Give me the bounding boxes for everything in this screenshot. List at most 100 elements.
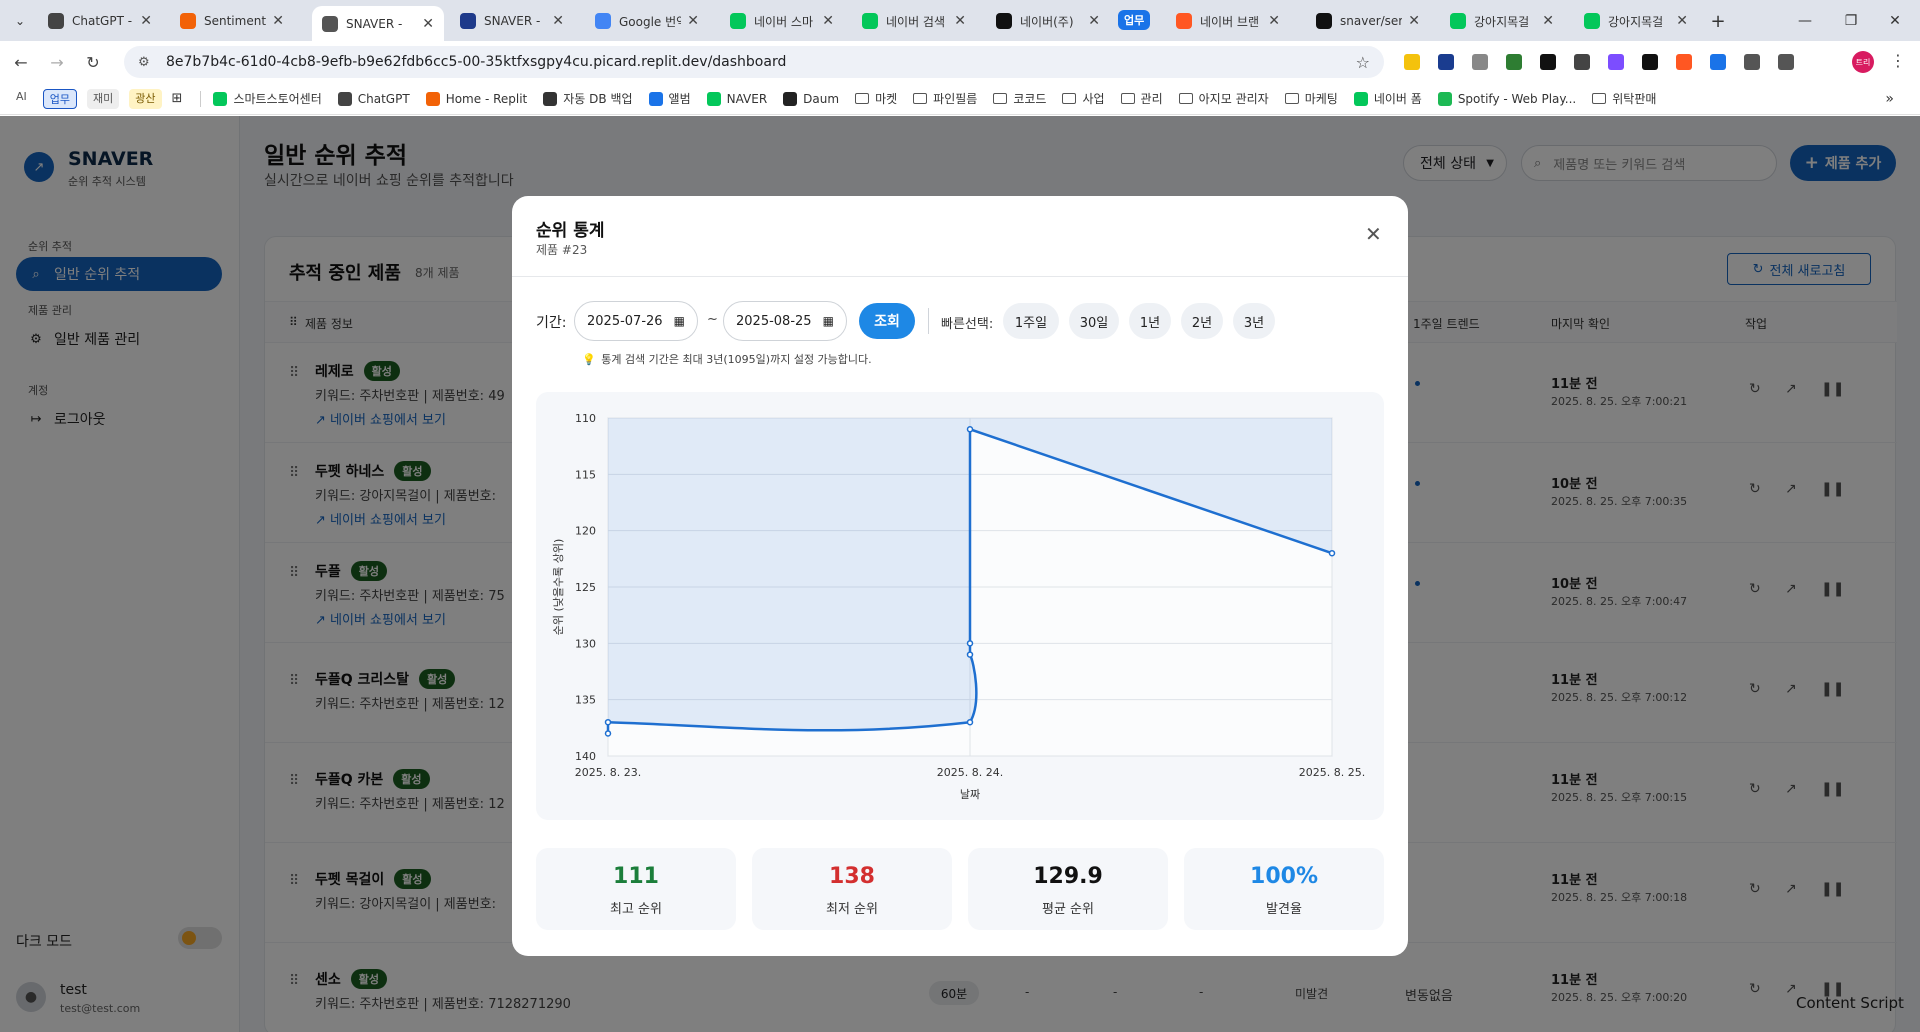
quick-select-button[interactable]: 2년 <box>1181 303 1223 339</box>
rank-line-chart: 110 115 120 125 130 135 140 2025. 8. 23. 2025. 8… <box>552 412 1365 801</box>
browser-tab-title: 강아지목걸 <box>1608 14 1664 29</box>
tab-close-icon[interactable]: ✕ <box>1088 13 1100 29</box>
quick-select-button[interactable]: 3년 <box>1233 303 1275 339</box>
period-label: 기간: <box>536 315 567 331</box>
ps-icon <box>460 13 476 29</box>
tab-group-chip[interactable]: 업무 <box>1118 10 1151 30</box>
chatgpt-ext-icon[interactable] <box>1642 54 1658 70</box>
tab-close-icon[interactable]: ✕ <box>422 16 434 32</box>
y-tick-label: 135 <box>575 694 596 707</box>
bookmark-item[interactable]: Daum <box>783 91 839 106</box>
browser-tab[interactable]: SentimentS ✕ <box>170 6 294 36</box>
tab-close-icon[interactable]: ✕ <box>272 13 284 29</box>
bookmark-item[interactable]: 스마트스토어센터 <box>213 90 322 107</box>
bookmark-item[interactable]: 관리 <box>1120 90 1163 107</box>
start-date-input[interactable]: 2025-07-26 ▦ <box>574 301 698 341</box>
bookmark-item[interactable]: Spotify - Web Play... <box>1437 91 1576 106</box>
quick-select-button[interactable]: 30일 <box>1069 303 1119 339</box>
y-tick-label: 130 <box>575 637 596 650</box>
tab-close-icon[interactable]: ✕ <box>822 13 834 29</box>
bookmark-item[interactable]: 마케팅 <box>1284 90 1338 107</box>
fire-icon[interactable] <box>1676 54 1692 70</box>
bookmark-item[interactable]: 앨범 <box>648 90 691 107</box>
restore-icon[interactable]: ❐ <box>1836 8 1866 34</box>
quick-select-button[interactable]: 1년 <box>1129 303 1171 339</box>
browser-menu-icon[interactable]: ⋮ <box>1890 51 1906 70</box>
bookmark-star-icon[interactable]: ☆ <box>1356 53 1370 72</box>
site-info-icon[interactable]: ⚙ <box>138 55 154 70</box>
trend-icon[interactable] <box>1574 54 1590 70</box>
bookmark-group-chip[interactable]: 업무 <box>42 88 78 109</box>
browser-tab[interactable]: 네이버(주) ✕ <box>986 6 1110 36</box>
end-date-input[interactable]: 2025-08-25 ▦ <box>723 301 847 341</box>
s-ext-icon[interactable] <box>1744 54 1760 70</box>
close-window-icon[interactable]: ✕ <box>1880 8 1910 34</box>
browser-tab[interactable]: 강아지목걸 ✕ <box>1574 6 1698 36</box>
tab-close-icon[interactable]: ✕ <box>552 13 564 29</box>
query-button[interactable]: 조회 <box>859 303 915 339</box>
forward-icon[interactable]: → <box>44 49 70 75</box>
puzzle-icon[interactable] <box>1778 54 1794 70</box>
end-date-value: 2025-08-25 <box>736 313 812 329</box>
profile-avatar[interactable]: 트리 <box>1852 51 1874 73</box>
back-icon[interactable]: ← <box>8 49 34 75</box>
shield-icon[interactable] <box>1506 54 1522 70</box>
camera-icon[interactable] <box>1472 54 1488 70</box>
bookmark-item[interactable]: 위탁판매 <box>1592 90 1656 107</box>
avg-rank-stat: 129.9 평균 순위 <box>968 848 1168 930</box>
apps-grid-icon[interactable]: ⊞ <box>172 91 183 106</box>
date-range-separator: ~ <box>707 312 718 327</box>
browser-tab-title: SentimentS <box>204 14 267 28</box>
bookmark-ext-icon[interactable] <box>1438 54 1454 70</box>
bookmark-item[interactable]: 사업 <box>1062 90 1105 107</box>
bookmark-group-chip[interactable]: AI <box>10 89 33 109</box>
tab-search-chevron-icon[interactable]: ⌄ <box>8 9 32 33</box>
keep-icon[interactable] <box>1404 54 1420 70</box>
browser-tab[interactable]: 네이버 브랜 ✕ <box>1166 6 1290 36</box>
browser-tab[interactable]: Google 번역 ✕ <box>585 6 709 36</box>
close-icon[interactable]: ✕ <box>1365 222 1382 246</box>
bookmark-item[interactable]: 네이버 폼 <box>1353 90 1422 107</box>
tab-close-icon[interactable]: ✕ <box>1542 13 1554 29</box>
bookmark-group-chip[interactable]: 재미 <box>87 88 120 109</box>
tab-close-icon[interactable]: ✕ <box>1676 13 1688 29</box>
globe-icon <box>322 15 338 32</box>
bookmark-item[interactable]: 코코드 <box>993 90 1046 107</box>
bookmark-group-chip[interactable]: 광산 <box>129 88 162 109</box>
browser-tab[interactable]: 네이버 검색 ✕ <box>852 6 976 36</box>
tab-close-icon[interactable]: ✕ <box>1408 13 1420 29</box>
bookmark-item[interactable]: 파인필름 <box>913 90 977 107</box>
bookmarks-overflow-icon[interactable]: » <box>1885 91 1894 107</box>
new-tab-button[interactable]: + <box>1705 8 1731 34</box>
tab-close-icon[interactable]: ✕ <box>140 13 152 29</box>
bookmark-item[interactable]: 자동 DB 백업 <box>543 90 633 107</box>
tab-close-icon[interactable]: ✕ <box>954 13 966 29</box>
browser-tab[interactable]: ChatGPT - ✕ <box>38 6 162 36</box>
quick-select-button[interactable]: 1주일 <box>1003 303 1059 339</box>
browser-tab[interactable]: SNAVER - ✕ <box>450 6 574 36</box>
calendar-icon[interactable]: ▦ <box>823 314 834 328</box>
browser-tab[interactable]: 강아지목걸 ✕ <box>1440 6 1564 36</box>
reload-icon[interactable]: ↻ <box>80 49 106 75</box>
download-ext-icon[interactable] <box>1710 54 1726 70</box>
minimize-icon[interactable]: — <box>1790 8 1820 34</box>
address-bar[interactable]: ⚙ 8e7b7b4c-61d0-4cb8-9efb-b9e62fdb6cc5-0… <box>124 46 1384 78</box>
browser-tab-title: 네이버(주) <box>1020 14 1074 29</box>
tab-close-icon[interactable]: ✕ <box>687 13 699 29</box>
github-icon <box>1316 13 1332 29</box>
browser-tab[interactable]: SNAVER - ✕ <box>312 6 444 41</box>
bookmark-item[interactable]: ChatGPT <box>337 91 410 106</box>
ai-ext-icon[interactable] <box>1608 54 1624 70</box>
browser-tab[interactable]: 네이버 스마 ✕ <box>720 6 844 36</box>
browser-tab[interactable]: snaver/serv ✕ <box>1306 6 1430 36</box>
calendar-icon[interactable]: ▦ <box>674 314 685 328</box>
browser-tab-title: SNAVER - <box>346 16 403 31</box>
bookmark-item[interactable]: 아지모 관리자 <box>1178 90 1269 107</box>
bookmark-item[interactable]: 마켓 <box>855 90 897 107</box>
smartstore-icon <box>730 13 746 29</box>
terminal-icon[interactable] <box>1540 54 1556 70</box>
folder-icon <box>1120 93 1135 104</box>
bookmark-item[interactable]: NAVER <box>706 91 767 106</box>
bookmark-item[interactable]: Home - Replit <box>425 91 527 106</box>
tab-close-icon[interactable]: ✕ <box>1268 13 1280 29</box>
